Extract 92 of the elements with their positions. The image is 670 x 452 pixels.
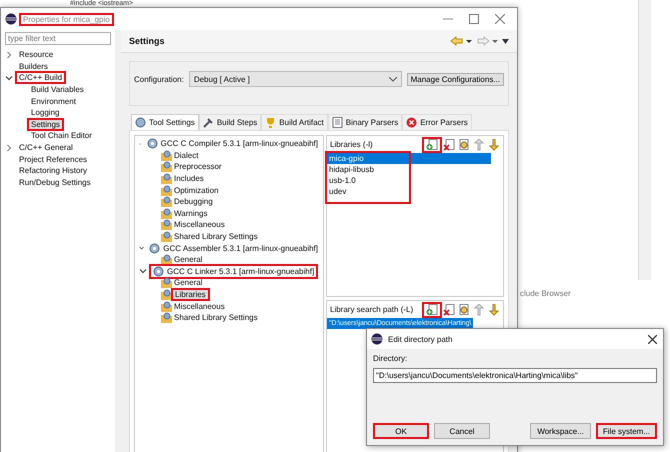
folder-gear-icon	[161, 312, 172, 324]
tool-option-item[interactable]: Shared Library Settings	[173, 313, 259, 322]
folder-gear-icon	[161, 161, 172, 172]
nav-item[interactable]: Environment	[29, 96, 78, 106]
dialog-button[interactable]: File system...	[596, 423, 657, 439]
tool-option-item[interactable]: Miscellaneous	[173, 220, 226, 230]
add-button[interactable]	[422, 302, 442, 318]
error-icon	[406, 117, 418, 128]
chevron-down-icon[interactable]	[139, 267, 147, 276]
tab[interactable]: Build Artifact	[261, 114, 328, 130]
nav-item[interactable]: Project References	[17, 154, 90, 164]
tab[interactable]: Build Steps	[198, 114, 262, 130]
dialog-button[interactable]: Workspace...	[530, 423, 591, 439]
tool-option-item[interactable]: Includes	[173, 174, 205, 184]
delete-icon[interactable]	[443, 304, 455, 316]
delete-icon[interactable]	[443, 138, 455, 150]
list-item[interactable]: udev	[327, 186, 491, 197]
manage-configurations-button[interactable]: Manage Configurations...	[406, 72, 504, 86]
folder-gear-icon	[161, 300, 172, 312]
tool-item[interactable]: GCC Assembler 5.3.1 [arm-linux-gnueabihf]	[148, 242, 319, 254]
folder-gear-icon	[161, 184, 172, 196]
nav-item[interactable]: Logging	[29, 108, 62, 118]
nav-item[interactable]: Refactoring History	[17, 166, 90, 176]
move-down-icon[interactable]	[488, 304, 500, 316]
move-down-icon[interactable]	[488, 138, 500, 150]
dialog-title: Edit directory path	[388, 334, 452, 344]
nav-item[interactable]: Resource	[17, 50, 56, 60]
app-icon	[5, 13, 17, 25]
edit-icon[interactable]	[458, 138, 470, 150]
app-icon	[371, 333, 383, 345]
tool-option-item[interactable]: Preprocessor	[173, 162, 223, 172]
directory-label: Directory:	[373, 354, 408, 363]
window-title: Properties for mica_gpio	[19, 12, 114, 26]
nav-item[interactable]: C/C++ General	[17, 143, 75, 152]
page-title: Settings	[129, 36, 165, 46]
list-item[interactable]: mica-gpio	[327, 153, 491, 164]
directory-field[interactable]: "D:\users\jancu\Documents\elektronica\Harting\mica\libs"	[373, 368, 657, 383]
nav-item[interactable]: Run/Debug Settings	[17, 178, 93, 187]
tool-option-item[interactable]: Miscellaneous	[173, 302, 226, 311]
tool-option-item[interactable]: Warnings	[173, 208, 208, 218]
nav-item[interactable]: Build Variables	[29, 85, 86, 94]
dropdown-caret-icon	[388, 76, 397, 82]
add-icon	[426, 304, 438, 316]
trophy-icon	[265, 117, 276, 128]
tool-option-item[interactable]: Debugging	[173, 197, 214, 206]
folder-gear-icon	[161, 219, 172, 230]
tool-option-item[interactable]: Libraries	[171, 288, 210, 302]
tab[interactable]: Error Parsers	[402, 114, 472, 130]
add-icon	[426, 138, 438, 150]
list-item[interactable]: usb-1.0	[327, 175, 491, 186]
tab[interactable]: Binary Parsers	[328, 114, 402, 130]
tool-item[interactable]: GCC C Linker 5.3.1 [arm-linux-gnueabihf]	[149, 264, 318, 279]
nav-item[interactable]: Builders	[17, 62, 50, 71]
binary-file-icon	[332, 117, 343, 128]
back-arrow-icon[interactable]	[450, 36, 472, 46]
tool-option-item[interactable]: Shared Library Settings	[173, 232, 259, 242]
add-button[interactable]	[422, 136, 442, 152]
chevron-right-icon[interactable]	[5, 144, 13, 152]
view-tab[interactable]: clude Browser	[520, 289, 571, 298]
view-menu-icon[interactable]	[502, 38, 509, 44]
maximize-icon[interactable]	[469, 14, 479, 24]
folder-gear-icon	[161, 173, 172, 184]
hammer-icon	[202, 117, 214, 128]
nav-item[interactable]: Tool Chain Editor	[29, 131, 94, 140]
nav-item[interactable]: Settings	[27, 118, 64, 131]
chevron-right-icon[interactable]	[5, 50, 13, 59]
forward-arrow-icon[interactable]	[476, 36, 498, 46]
folder-gear-icon	[161, 208, 172, 219]
dialog-button[interactable]: OK	[373, 423, 429, 439]
tool-option-item[interactable]: General	[173, 255, 204, 264]
tool-option-item[interactable]: Dialect	[173, 150, 200, 160]
nav-item[interactable]: C/C++ Build	[15, 71, 66, 84]
chevron-down-icon[interactable]	[139, 244, 144, 252]
list-title: Libraries (-l)	[330, 140, 373, 149]
configuration-dropdown[interactable]: Debug [ Active ]	[188, 71, 402, 87]
list-item[interactable]: hidapi-libusb	[327, 164, 491, 175]
folder-gear-icon	[161, 289, 172, 300]
tool-option-item[interactable]: General	[173, 278, 204, 288]
folder-gear-icon	[161, 150, 172, 161]
tool-option-item[interactable]: Optimization	[173, 186, 220, 195]
list-title: Library search path (-L)	[330, 305, 414, 314]
dialog-button[interactable]: Cancel	[434, 423, 490, 439]
close-icon[interactable]	[648, 334, 657, 344]
folder-gear-icon	[161, 231, 172, 242]
configuration-label: Configuration:	[134, 74, 184, 84]
tool-item[interactable]: GCC C Compiler 5.3.1 [arm-linux-gnueabihf]	[146, 138, 319, 150]
filter-field[interactable]: type filter text	[5, 32, 111, 45]
chevron-down-icon[interactable]	[5, 74, 13, 82]
folder-gear-icon	[161, 196, 172, 208]
tab[interactable]: Tool Settings	[131, 114, 199, 130]
folder-gear-icon	[161, 277, 172, 288]
edit-icon[interactable]	[458, 304, 470, 316]
